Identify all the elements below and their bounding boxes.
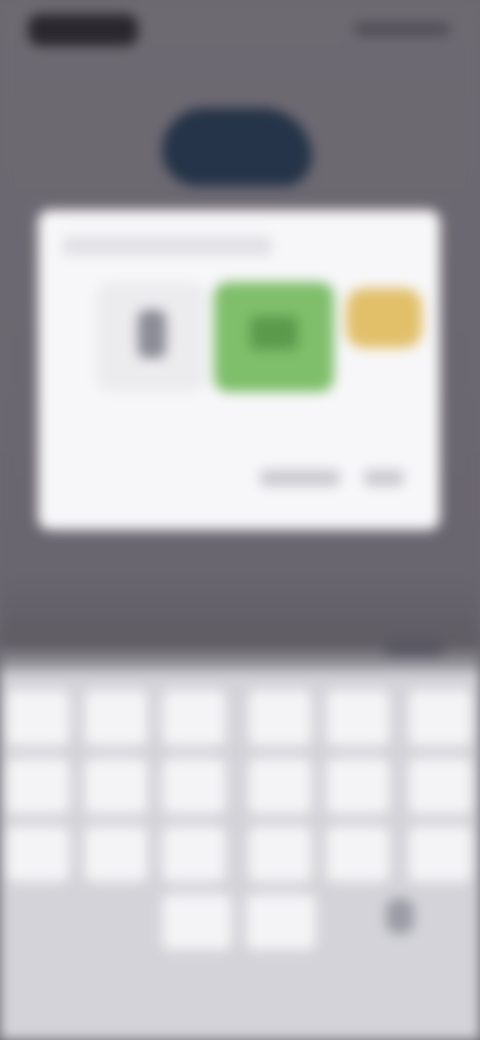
key[interactable] [162, 690, 226, 746]
dialog-title [62, 236, 272, 256]
key[interactable] [408, 690, 472, 746]
dialog-card [38, 210, 440, 530]
status-bar [0, 0, 480, 64]
key[interactable] [162, 758, 226, 814]
dialog-cancel-button[interactable] [260, 470, 340, 486]
app-logo-icon [162, 108, 312, 186]
key[interactable] [408, 826, 472, 882]
key[interactable] [326, 826, 390, 882]
key[interactable] [6, 826, 70, 882]
option-tile-grey[interactable] [96, 282, 206, 392]
on-screen-keyboard [0, 642, 480, 1040]
key[interactable] [248, 826, 312, 882]
key[interactable] [6, 758, 70, 814]
key[interactable] [6, 690, 70, 746]
key[interactable] [248, 758, 312, 814]
key[interactable] [84, 690, 148, 746]
keyboard-accessory [384, 642, 444, 658]
microphone-icon[interactable] [386, 898, 414, 934]
key[interactable] [84, 826, 148, 882]
green-option-icon [250, 316, 298, 350]
key[interactable] [326, 758, 390, 814]
dialog-ok-button[interactable] [364, 470, 404, 486]
key[interactable] [84, 758, 148, 814]
option-tile-green[interactable] [214, 282, 334, 392]
key[interactable] [162, 894, 232, 950]
grey-option-icon [138, 310, 166, 358]
key[interactable] [248, 690, 312, 746]
status-indicators [354, 22, 450, 36]
option-tile-yellow[interactable] [346, 288, 422, 348]
status-time [28, 14, 138, 46]
key[interactable] [326, 690, 390, 746]
phone-screen [0, 0, 480, 1040]
key[interactable] [246, 894, 316, 950]
key[interactable] [162, 826, 226, 882]
key[interactable] [408, 758, 472, 814]
